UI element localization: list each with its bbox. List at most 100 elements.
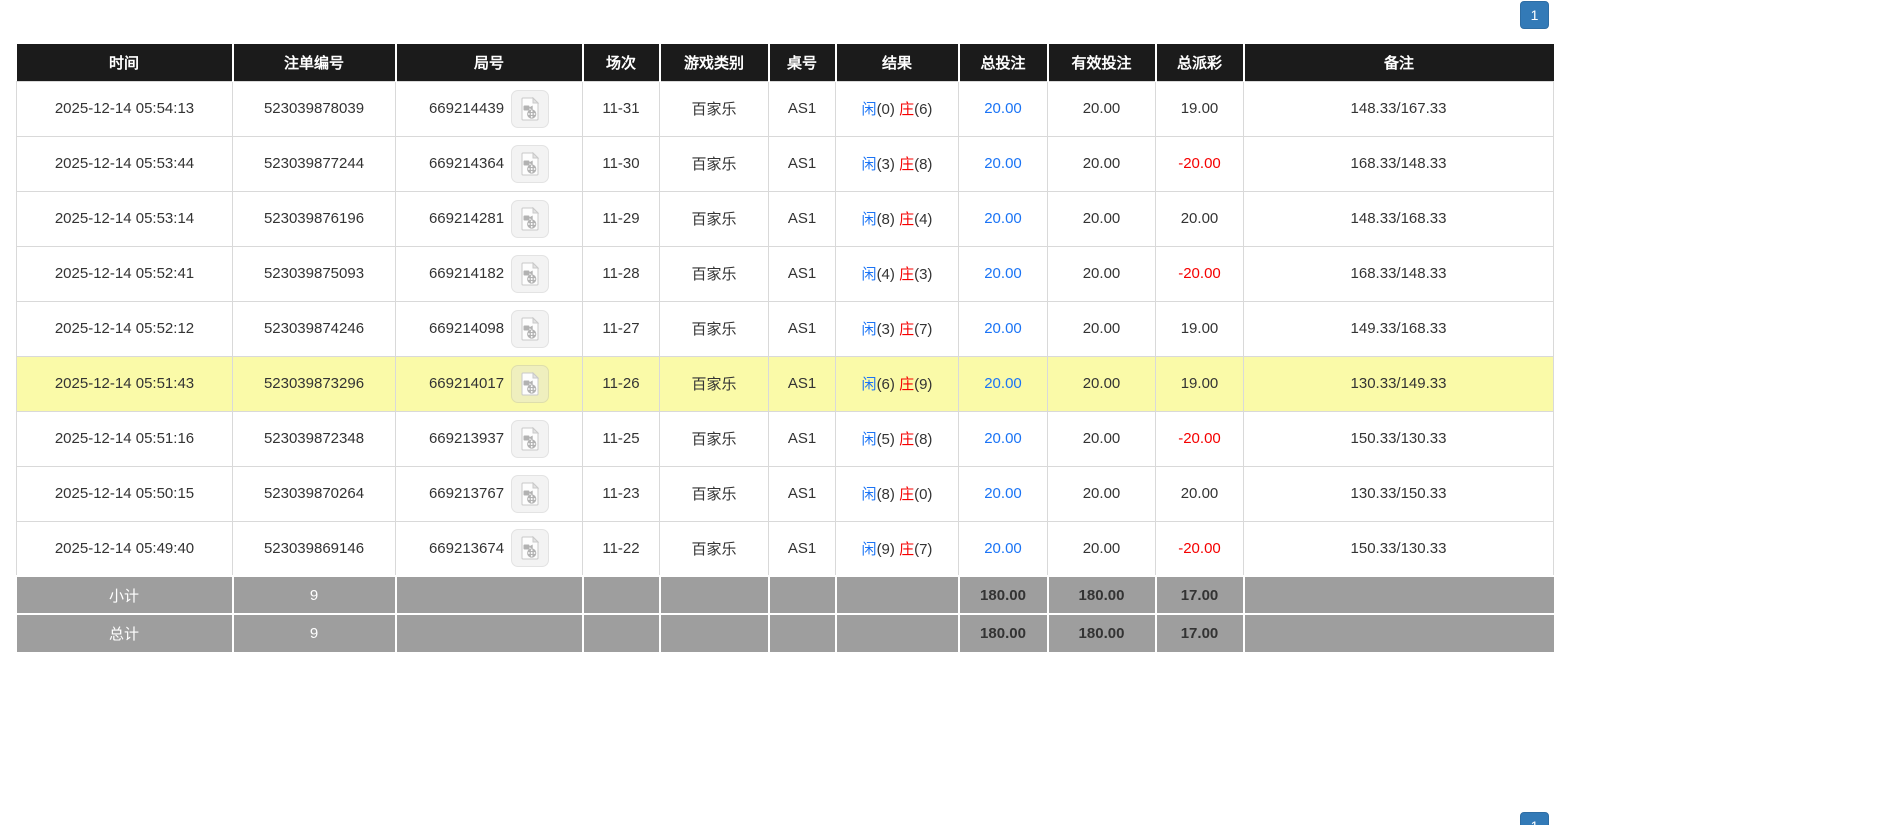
cell-result: 闲(9) 庄(7) (835, 520, 959, 577)
player-score: (8) (876, 211, 895, 228)
video-file-icon (521, 426, 540, 450)
video-replay-button[interactable] (511, 199, 550, 238)
cell-time: 2025-12-14 05:52:41 (16, 245, 233, 302)
player-score: (4) (876, 266, 895, 283)
player-label: 闲 (861, 376, 877, 393)
cell-bet-id: 523039873296 (232, 355, 396, 412)
player-label: 闲 (861, 540, 877, 558)
cell-session: 11-29 (582, 190, 660, 247)
cell-payout: -20.00 (1155, 135, 1244, 192)
bet-history-page: 1 时间 注单编号 局号 场次 游戏类别 桌号 结果 总投注 有效投注 总派彩 … (0, 0, 1900, 825)
round-id-text: 669214281 (428, 210, 505, 227)
video-replay-button[interactable] (511, 144, 550, 183)
cell-total-bet[interactable]: 20.00 (958, 520, 1048, 577)
cell-time: 2025-12-14 05:53:14 (16, 190, 233, 247)
cell-result: 闲(6) 庄(9) (835, 355, 959, 412)
grand-total-label: 总计 (16, 613, 233, 652)
cell-result: 闲(4) 庄(3) (835, 245, 959, 302)
cell-game-type: 百家乐 (659, 355, 769, 412)
cell-round-id: 669214182 (395, 245, 583, 302)
col-header-total-bet: 总投注 (957, 44, 1048, 81)
player-score: (3) (876, 156, 895, 173)
table-header-row: 时间 注单编号 局号 场次 游戏类别 桌号 结果 总投注 有效投注 总派彩 备注 (16, 44, 1554, 81)
video-file-icon (521, 481, 540, 505)
cell-result: 闲(3) 庄(7) (835, 300, 959, 357)
player-score: (9) (876, 540, 895, 558)
video-replay-button[interactable] (511, 474, 550, 513)
video-replay-button[interactable] (511, 529, 550, 568)
cell-session: 11-30 (582, 135, 660, 192)
table-row: 2025-12-14 05:51:16 523039872348 6692139… (16, 410, 1554, 467)
subtotal-empty (581, 575, 660, 614)
cell-payout: -20.00 (1155, 410, 1244, 467)
banker-label: 庄 (899, 321, 915, 338)
grand-total-total-bet: 180.00 (957, 613, 1048, 652)
cell-result: 闲(0) 庄(6) (835, 80, 959, 137)
player-score: (0) (876, 101, 895, 118)
subtotal-empty (1242, 575, 1554, 614)
cell-game-type: 百家乐 (659, 410, 769, 467)
cell-bet-id: 523039876196 (232, 190, 396, 247)
video-replay-button[interactable] (511, 309, 550, 348)
video-file-icon (521, 316, 540, 340)
grand-total-empty (1242, 613, 1554, 652)
cell-round-id: 669214281 (395, 190, 583, 247)
subtotal-row: 小计 9 180.00 180.00 17.00 (16, 575, 1554, 614)
banker-score: (3) (914, 266, 933, 283)
video-replay-button[interactable] (511, 364, 550, 403)
cell-table-no: AS1 (768, 520, 836, 577)
cell-session: 11-23 (582, 465, 660, 522)
subtotal-empty (394, 575, 583, 614)
cell-bet-id: 523039870264 (232, 465, 396, 522)
cell-valid-bet: 20.00 (1047, 355, 1156, 412)
video-file-icon (521, 206, 540, 230)
round-id-text: 669214098 (428, 320, 505, 337)
player-score: (6) (876, 376, 895, 393)
col-header-table-no: 桌号 (767, 44, 836, 81)
cell-game-type: 百家乐 (659, 80, 769, 137)
video-file-icon (521, 536, 540, 560)
cell-session: 11-26 (582, 355, 660, 412)
player-score: (8) (876, 486, 895, 503)
player-label: 闲 (861, 321, 877, 338)
cell-session: 11-22 (582, 520, 660, 577)
video-replay-button[interactable] (511, 254, 550, 293)
cell-total-bet[interactable]: 20.00 (958, 410, 1048, 467)
cell-remark: 130.33/150.33 (1243, 465, 1554, 522)
cell-total-bet[interactable]: 20.00 (958, 135, 1048, 192)
cell-bet-id: 523039872348 (232, 410, 396, 467)
col-header-remark: 备注 (1242, 44, 1554, 81)
round-id-text: 669213767 (428, 485, 505, 502)
banker-score: (8) (914, 156, 933, 173)
cell-payout: 19.00 (1155, 300, 1244, 357)
cell-game-type: 百家乐 (659, 245, 769, 302)
cell-result: 闲(8) 庄(4) (835, 190, 959, 247)
cell-total-bet[interactable]: 20.00 (958, 465, 1048, 522)
video-replay-button[interactable] (511, 419, 550, 458)
cell-total-bet[interactable]: 20.00 (958, 190, 1048, 247)
round-id-text: 669213937 (428, 430, 505, 447)
cell-total-bet[interactable]: 20.00 (958, 245, 1048, 302)
cell-bet-id: 523039877244 (232, 135, 396, 192)
cell-game-type: 百家乐 (659, 190, 769, 247)
grand-total-empty (581, 613, 660, 652)
cell-total-bet[interactable]: 20.00 (958, 300, 1048, 357)
player-score: (5) (876, 431, 895, 448)
pagination-page-1-button-top[interactable]: 1 (1520, 1, 1549, 29)
cell-round-id: 669213767 (395, 465, 583, 522)
player-label: 闲 (861, 211, 877, 228)
table-row: 2025-12-14 05:53:44 523039877244 6692143… (16, 135, 1554, 192)
video-replay-button[interactable] (511, 89, 550, 128)
col-header-round-id: 局号 (394, 44, 583, 81)
pagination-page-1-button-bottom[interactable]: 1 (1520, 812, 1549, 825)
cell-total-bet[interactable]: 20.00 (958, 355, 1048, 412)
cell-total-bet[interactable]: 20.00 (958, 80, 1048, 137)
cell-time: 2025-12-14 05:52:12 (16, 300, 233, 357)
banker-score: (4) (914, 211, 933, 228)
cell-round-id: 669214017 (395, 355, 583, 412)
banker-label: 庄 (899, 211, 915, 228)
player-label: 闲 (861, 431, 877, 448)
banker-score: (6) (914, 101, 933, 118)
grand-total-empty (394, 613, 583, 652)
banker-label: 庄 (899, 540, 915, 558)
